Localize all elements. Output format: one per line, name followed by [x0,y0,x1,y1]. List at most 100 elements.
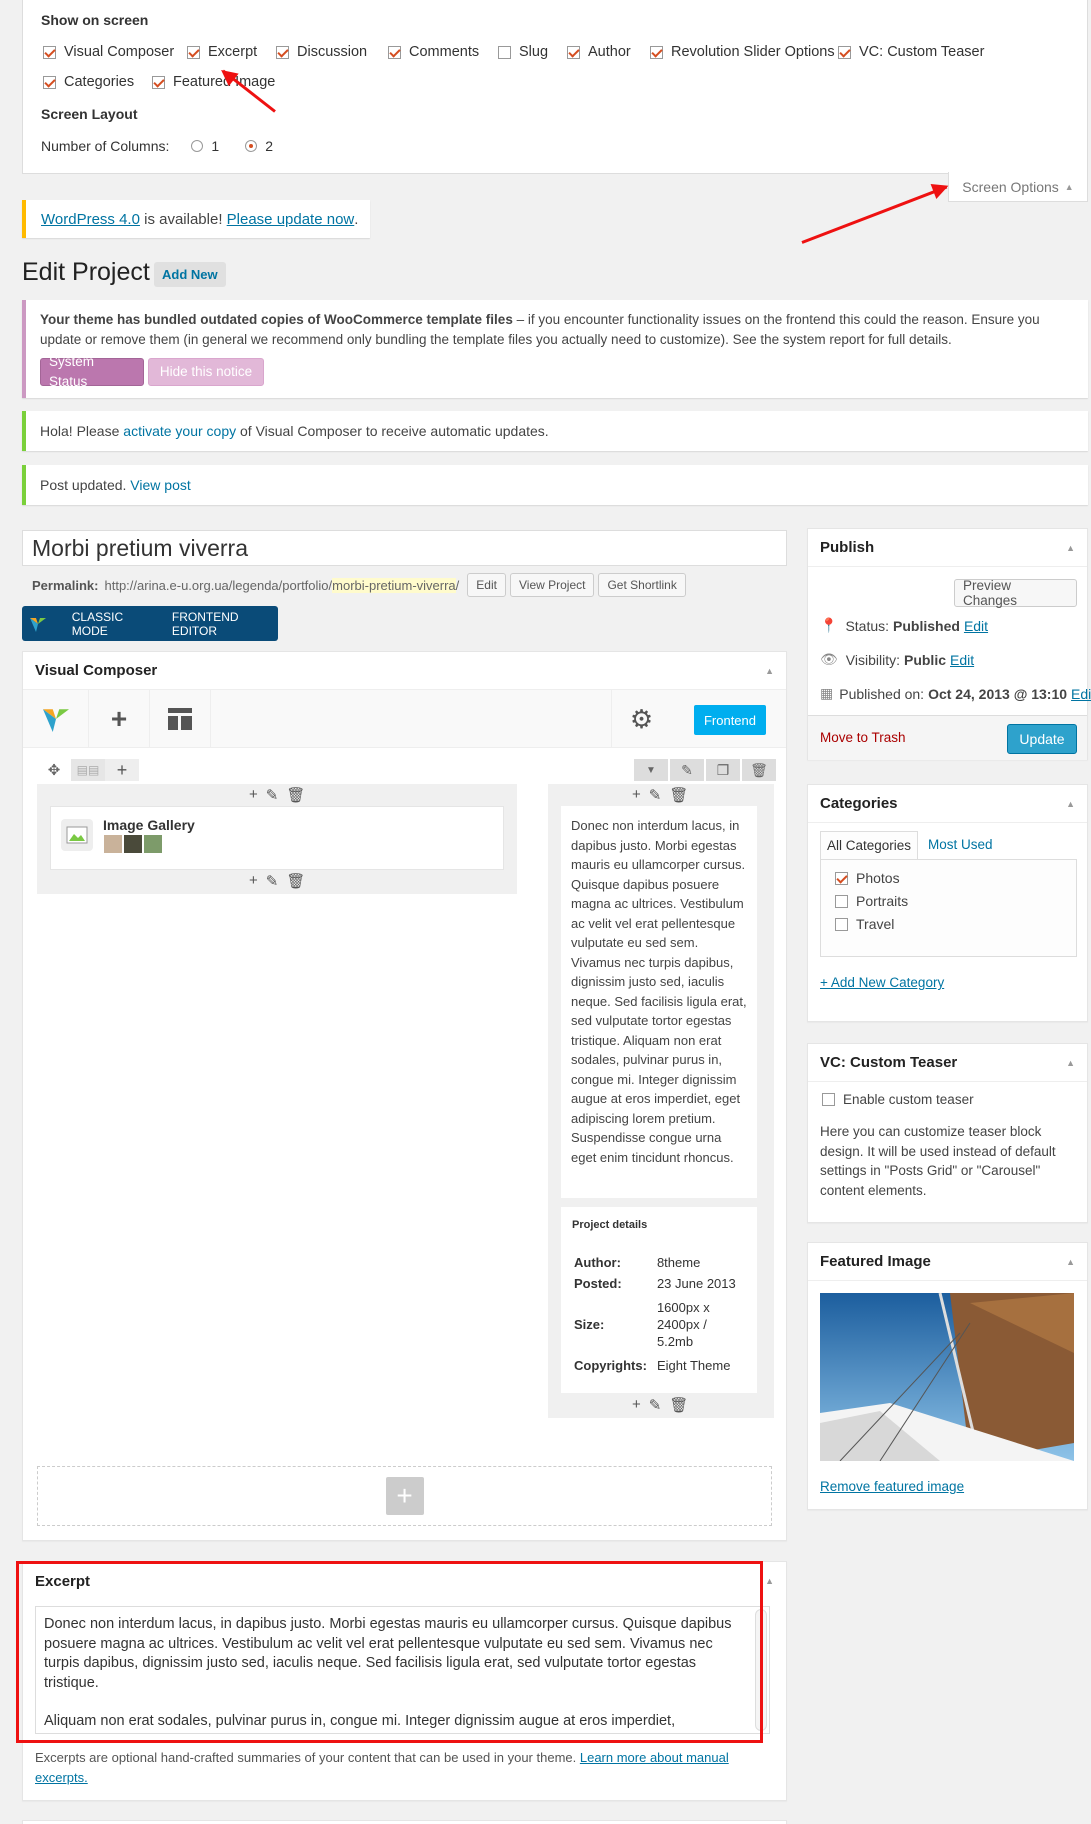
frontend-editor-button[interactable]: FRONTEND EDITOR [172,610,278,638]
move-to-trash-link[interactable]: Move to Trash [820,730,906,745]
trash-icon[interactable]: 🗑 [286,786,305,804]
checkbox-icon[interactable] [152,75,165,89]
remove-featured-image-link[interactable]: Remove featured image [820,1479,964,1494]
edit-icon[interactable]: ✎ [649,786,662,804]
featured-box-header[interactable]: Featured Image ▲ [808,1243,1087,1281]
option-visual-composer[interactable]: Visual Composer [43,44,187,60]
post-title-input[interactable]: Morbi pretium viverra [22,530,787,566]
caret-up-icon[interactable]: ▲ [765,666,774,676]
vc-notice-pre: Hola! Please [40,423,124,439]
option-vc-custom-teaser[interactable]: VC: Custom Teaser [838,44,984,60]
checkbox-icon[interactable] [187,45,200,59]
category-portraits[interactable]: Portraits [835,893,1062,909]
column-2-label: 2 [265,138,273,154]
text-block-element[interactable]: Donec non interdum lacus, in dapibus jus… [561,806,757,1198]
clone-row-icon[interactable]: ❐ [706,759,740,781]
screen-options-tab[interactable]: Screen Options ▲ [948,172,1088,202]
view-post-link[interactable]: View post [130,477,190,493]
system-status-button[interactable]: System Status [40,354,144,389]
edit-row-icon[interactable]: ✎ [670,759,704,781]
checkbox-icon[interactable] [567,45,580,59]
checkbox-icon[interactable] [835,917,848,931]
gallery-thumb [104,835,122,853]
caret-up-icon[interactable]: ▲ [1066,1257,1075,1267]
get-shortlink-button[interactable]: Get Shortlink [598,573,686,597]
option-author[interactable]: Author [567,44,650,60]
edit-date-link[interactable]: Edit [1071,686,1091,702]
add-element-icon[interactable]: + [89,690,150,748]
option-discussion[interactable]: Discussion [276,44,388,60]
caret-up-icon[interactable]: ▲ [1066,1058,1075,1068]
option-revolution-slider[interactable]: Revolution Slider Options [650,44,838,60]
edit-icon[interactable]: ✎ [266,786,279,804]
add-row-plus-icon[interactable]: + [385,1477,424,1515]
edit-icon[interactable]: ✎ [266,872,279,890]
checkbox-icon[interactable] [276,45,289,59]
move-row-icon[interactable]: ✥ [37,761,71,779]
publish-actions: Move to Trash Update [808,715,1087,760]
view-project-button[interactable]: View Project [509,573,595,597]
caret-up-icon[interactable]: ▲ [1066,799,1075,809]
frontend-button[interactable]: Frontend [694,705,766,735]
caret-up-icon[interactable]: ▲ [1066,543,1075,553]
vc-box-header[interactable]: Visual Composer ▲ [23,652,786,690]
please-update-link[interactable]: Please update now [227,211,355,228]
add-column-icon[interactable]: + [105,759,139,781]
checkbox-icon[interactable] [838,45,851,59]
featured-image-thumbnail[interactable] [820,1293,1074,1461]
add-icon[interactable]: + [632,1396,641,1414]
templates-icon[interactable] [150,690,211,748]
wordpress-version-link[interactable]: WordPress 4.0 [41,211,140,228]
row-layout-icon[interactable]: ▤▤ [71,759,105,781]
project-details-element[interactable]: Project details Author: 8theme Posted: 23 … [561,1207,757,1393]
update-button[interactable]: Update [1007,724,1077,754]
edit-permalink-button[interactable]: Edit [467,573,506,597]
settings-gear-icon[interactable]: ⚙ [611,690,671,748]
delete-row-icon[interactable]: 🗑 [742,759,776,781]
edit-visibility-link[interactable]: Edit [950,652,974,668]
eye-icon: 👁 [820,651,838,667]
category-travel[interactable]: Travel [835,916,1062,932]
edit-icon[interactable]: ✎ [649,1396,662,1414]
activate-copy-link[interactable]: activate your copy [123,423,236,439]
hide-notice-button[interactable]: Hide this notice [148,358,264,386]
publish-box-header[interactable]: Publish ▲ [808,529,1087,567]
checkbox-icon[interactable] [650,45,663,59]
preview-changes-button[interactable]: Preview Changes [954,578,1077,608]
checkbox-icon[interactable] [835,894,848,908]
option-slug[interactable]: Slug [498,44,567,60]
option-excerpt[interactable]: Excerpt [187,44,276,60]
classic-mode-button[interactable]: CLASSIC MODE [72,610,156,638]
checkbox-icon[interactable] [822,1093,835,1106]
checkbox-icon[interactable] [835,871,848,885]
tab-all-categories[interactable]: All Categories [820,831,919,860]
trash-icon[interactable]: 🗑 [669,1396,688,1414]
checkbox-icon[interactable] [498,45,511,59]
add-new-button[interactable]: Add New [154,262,226,287]
column-2-radio[interactable] [245,140,258,152]
teaser-box-header[interactable]: VC: Custom Teaser ▲ [808,1044,1087,1082]
add-new-category-link[interactable]: + Add New Category [820,975,944,990]
enable-teaser-option[interactable]: Enable custom teaser [822,1092,974,1107]
woocommerce-notice-bold: Your theme has bundled outdated copies o… [40,312,513,327]
option-featured-image[interactable]: Featured Image [152,74,275,90]
categories-box-header[interactable]: Categories ▲ [808,785,1087,823]
collapse-row-icon[interactable]: ▼ [634,759,668,781]
option-comments[interactable]: Comments [388,44,498,60]
edit-status-link[interactable]: Edit [964,618,988,634]
add-icon[interactable]: + [249,872,258,890]
column-1-radio[interactable] [191,140,204,152]
tab-most-used[interactable]: Most Used [918,831,1003,860]
permalink-slug[interactable]: morbi-pretium-viverra [332,577,456,593]
caret-up-icon[interactable]: ▲ [765,1576,774,1586]
add-icon[interactable]: + [632,786,641,804]
category-photos[interactable]: Photos [835,870,1062,886]
image-gallery-element[interactable]: Image Gallery [50,806,504,870]
trash-icon[interactable]: 🗑 [286,872,305,890]
checkbox-icon[interactable] [388,45,401,59]
trash-icon[interactable]: 🗑 [669,786,688,804]
checkbox-icon[interactable] [43,45,56,59]
add-icon[interactable]: + [249,786,258,804]
option-categories[interactable]: Categories [43,74,152,90]
checkbox-icon[interactable] [43,75,56,89]
